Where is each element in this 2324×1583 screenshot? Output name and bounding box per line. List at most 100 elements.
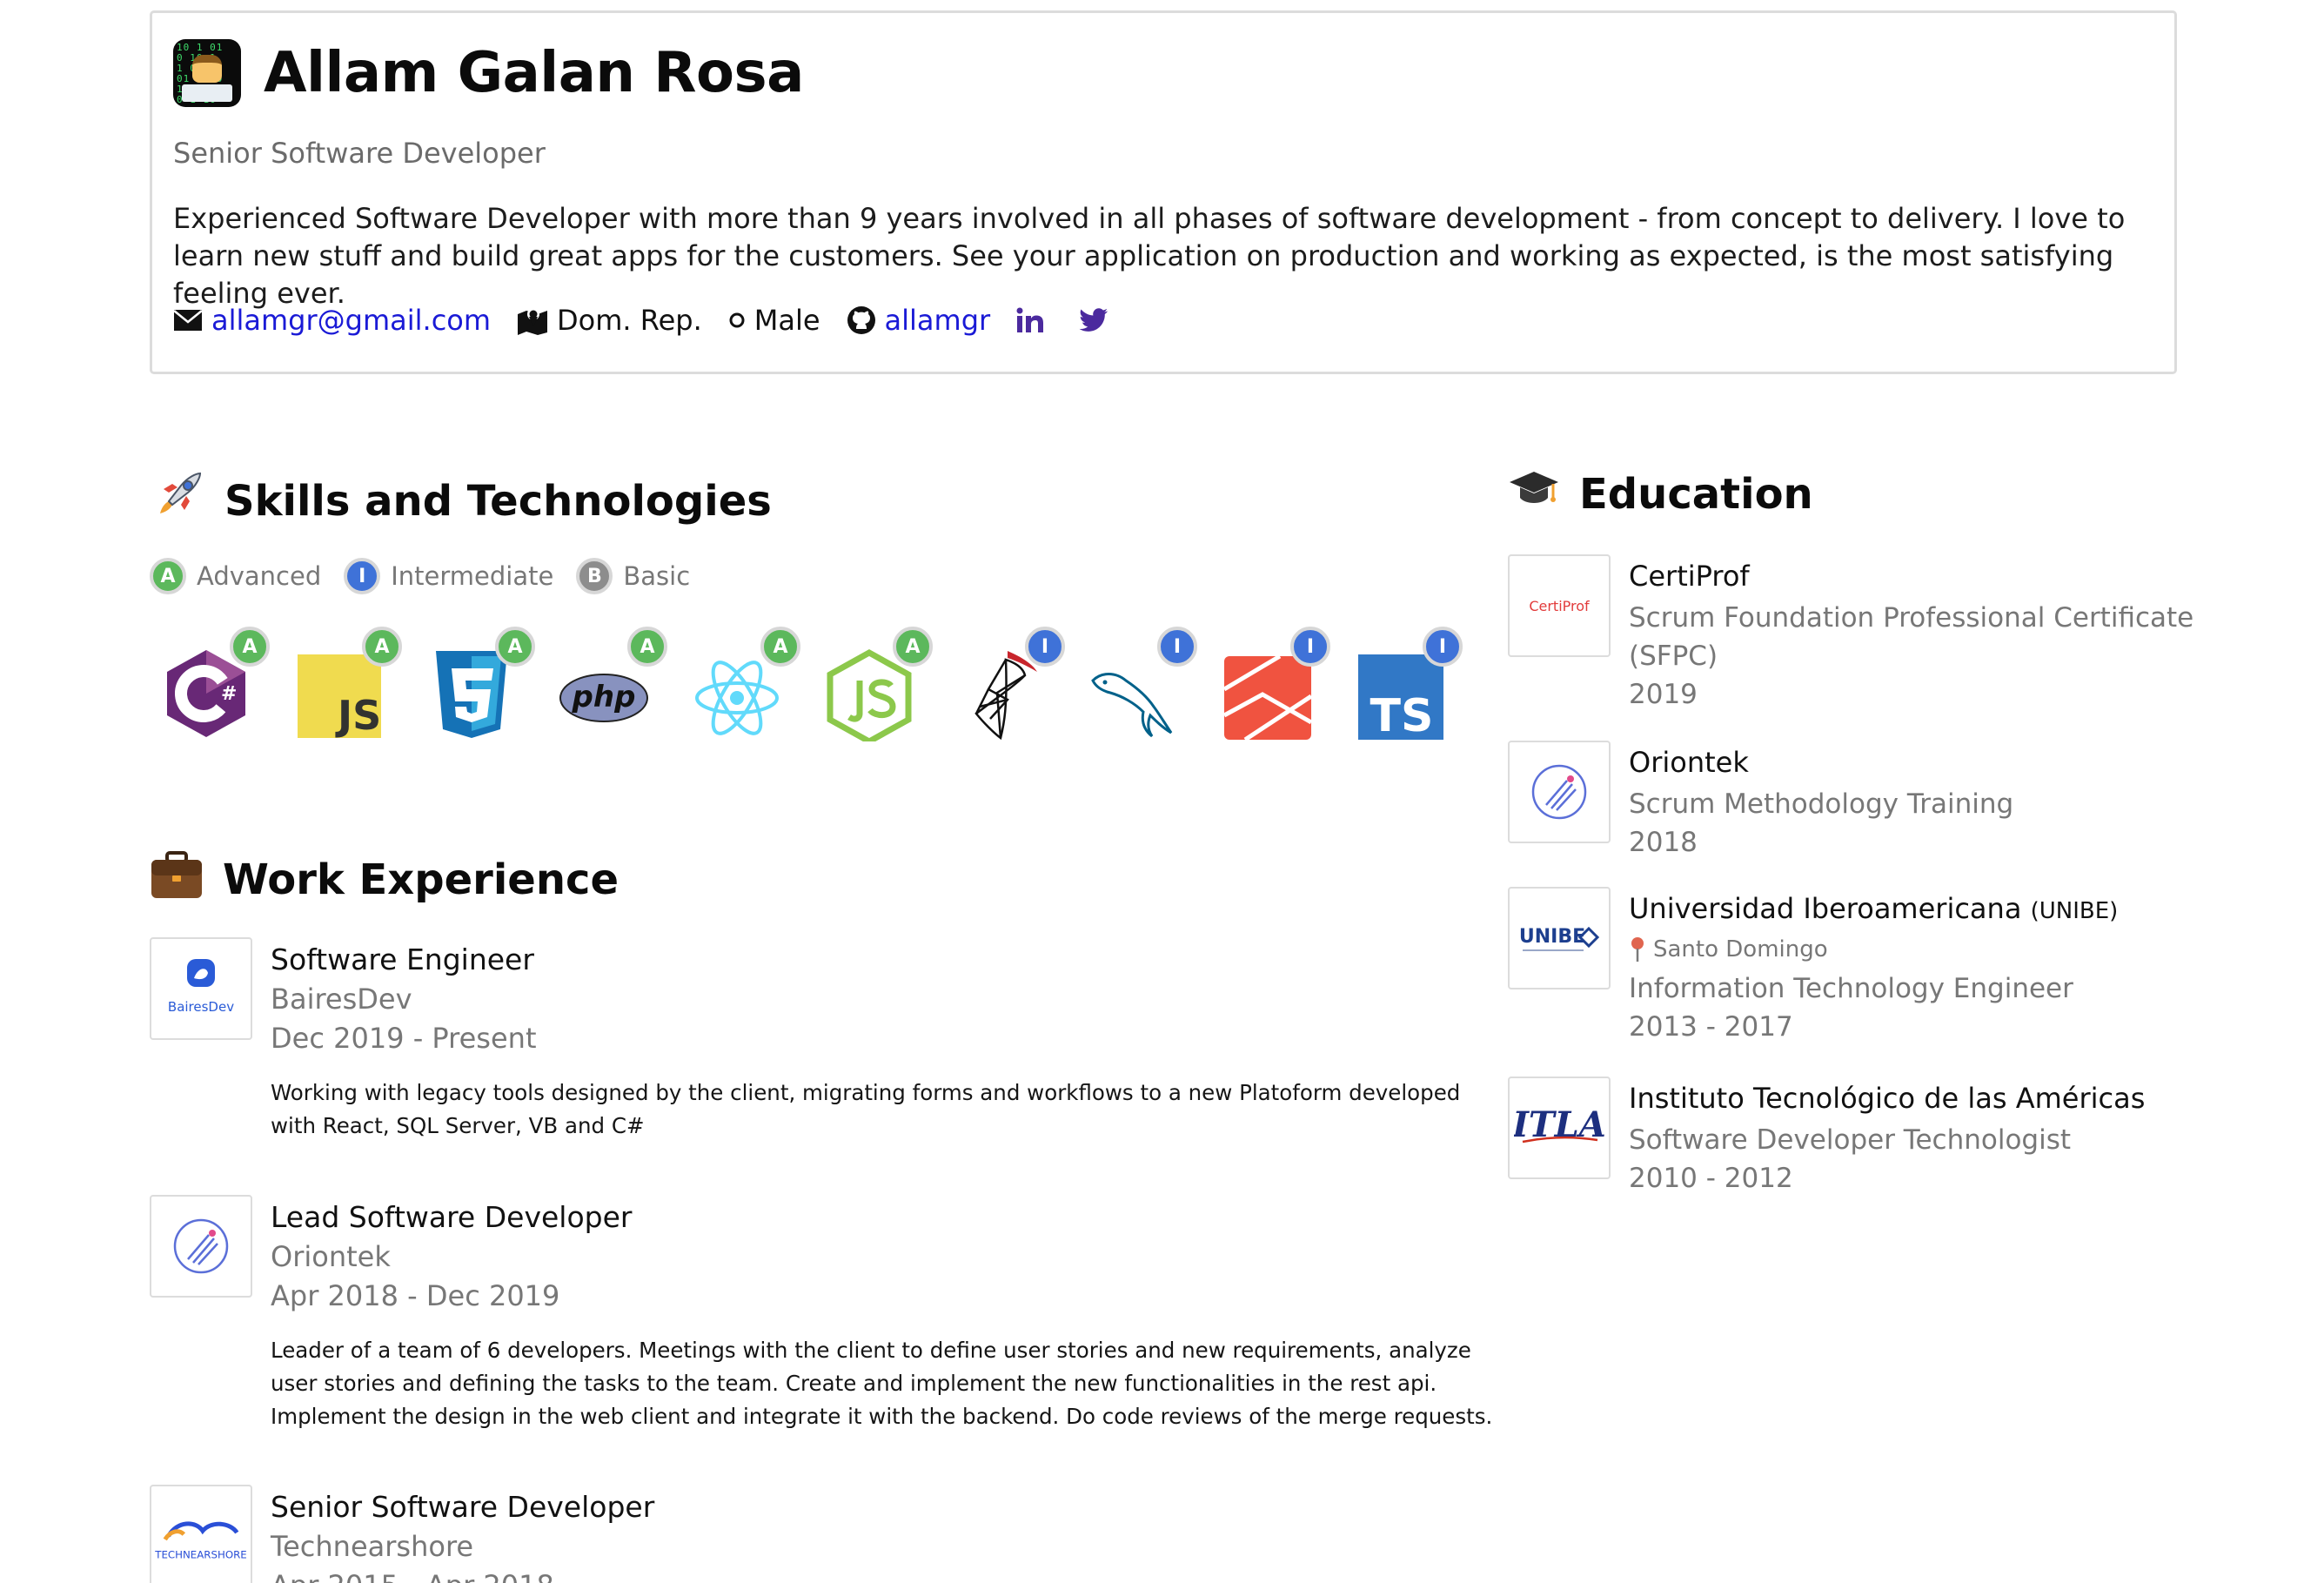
profile-card: 10 1 010 10 11 01 001 1 101 0 010 1 10 A… [150, 10, 2177, 374]
twitter-link[interactable] [1079, 308, 1117, 332]
education-degree: Scrum Foundation Professional Certificat… [1629, 602, 2194, 634]
skill-level-badge: A [893, 627, 933, 667]
skill-level-badge: A [230, 627, 270, 667]
skills-grid: # A JS A A php A A A I I I TS I [150, 627, 1490, 748]
gender-contact: Male [728, 304, 820, 337]
certiprof-logo: CertiProf [1508, 554, 1611, 657]
svg-text:BairesDev: BairesDev [168, 999, 234, 1015]
job-dates: Apr 2015 - Apr 2018 [271, 1569, 554, 1583]
education-school: Instituto Tecnológico de las Américas [1629, 1082, 2146, 1115]
job-role: Senior Software Developer [271, 1490, 655, 1524]
skills-legend: A Advanced I Intermediate B Basic [150, 558, 713, 594]
oriontek-logo [150, 1195, 252, 1298]
legend-intermediate-label: Intermediate [391, 561, 554, 591]
skill-php: php A [547, 627, 669, 748]
linkedin-icon [1016, 307, 1044, 332]
circle-icon [729, 312, 745, 328]
github-contact[interactable]: allamgr [847, 304, 991, 337]
education-degree: Software Developer Technologist [1629, 1124, 2072, 1156]
job-role: Lead Software Developer [271, 1200, 633, 1234]
job-dates: Apr 2018 - Dec 2019 [271, 1279, 560, 1312]
svg-text:TECHNEARSHORE: TECHNEARSHORE [154, 1549, 246, 1561]
email-link[interactable]: allamgr@gmail.com [211, 304, 491, 337]
legend-advanced-badge: A [150, 558, 186, 594]
twitter-icon [1079, 308, 1108, 332]
job-item: TECHNEARSHORE Senior Software Developer … [150, 1485, 1507, 1583]
location-contact: Dom. Rep. [517, 304, 702, 337]
linkedin-link[interactable] [1016, 307, 1053, 333]
education-heading: Education [1508, 468, 1813, 520]
contact-row: allamgr@gmail.com Dom. Rep. Male allamgr [173, 304, 1143, 337]
legend-intermediate-badge: I [344, 558, 381, 594]
job-role: Software Engineer [271, 942, 534, 976]
education-degree: Information Technology Engineer [1629, 973, 2073, 1004]
legend-basic-label: Basic [623, 561, 691, 591]
education-school: Oriontek [1629, 746, 1749, 779]
email-contact[interactable]: allamgr@gmail.com [173, 304, 491, 337]
job-description: Working with legacy tools designed by th… [271, 1080, 1461, 1138]
profile-title: Senior Software Developer [173, 137, 546, 170]
skill-nodejs: A [813, 627, 934, 748]
skill-csharp: # A [150, 627, 271, 748]
svg-text:TS: TS [1370, 690, 1434, 741]
job-item: Lead Software Developer Oriontek Apr 201… [150, 1195, 1507, 1447]
job-company: Oriontek [271, 1240, 391, 1273]
skill-javascript: JS A [282, 627, 404, 748]
legend-basic: B Basic [576, 558, 690, 594]
education-item: CertiProf CertiProf Scrum Foundation Pro… [1508, 554, 2291, 728]
education-location: Santo Domingo [1629, 936, 1828, 963]
envelope-icon [173, 310, 203, 331]
skill-mysql: I [1077, 627, 1199, 748]
education-item: Oriontek Scrum Methodology Training 2018 [1508, 741, 2291, 871]
github-icon [847, 306, 875, 334]
skill-level-badge: A [760, 627, 800, 667]
legend-basic-badge: B [576, 558, 613, 594]
education-school: Universidad Iberoamericana (UNIBE) [1629, 892, 2119, 925]
skill-sql-server: I [945, 627, 1067, 748]
legend-advanced: A Advanced [150, 558, 321, 594]
work-title: Work Experience [223, 855, 620, 904]
svg-text:UNIBE: UNIBE [1519, 926, 1585, 948]
skill-typescript: TS I [1343, 627, 1464, 748]
location-text: Dom. Rep. [557, 304, 702, 337]
education-degree-cont: (SFPC) [1629, 641, 1718, 672]
education-years: 2010 - 2012 [1629, 1163, 1793, 1194]
education-years: 2018 [1629, 827, 1698, 858]
education-item: UNIBE Universidad Iberoamericana (UNIBE)… [1508, 887, 2291, 1061]
oriontek-logo [1508, 741, 1611, 843]
education-years: 2019 [1629, 679, 1698, 710]
education-years: 2013 - 2017 [1629, 1011, 1793, 1043]
technearshore-logo: TECHNEARSHORE [150, 1485, 252, 1583]
svg-text:CertiProf: CertiProf [1529, 598, 1590, 614]
job-item: BairesDev Software Engineer BairesDev De… [150, 937, 1507, 1155]
job-company: Technearshore [271, 1530, 474, 1563]
github-link[interactable]: allamgr [885, 304, 991, 337]
skill-level-badge: A [495, 627, 535, 667]
education-school: CertiProf [1629, 560, 1750, 593]
education-item: ITLA Instituto Tecnológico de las Améric… [1508, 1077, 2291, 1207]
work-heading: Work Experience [150, 849, 619, 910]
developer-avatar-icon: 10 1 010 10 11 01 001 1 101 0 010 1 10 [173, 39, 241, 107]
itla-logo: ITLA [1508, 1077, 1611, 1179]
unibe-logo: UNIBE [1508, 887, 1611, 989]
education-degree: Scrum Methodology Training [1629, 788, 2014, 820]
skill-level-badge: I [1423, 627, 1463, 667]
svg-text:#: # [221, 683, 237, 705]
skill-react: A [680, 627, 802, 748]
gender-text: Male [753, 304, 820, 337]
map-marker-icon [518, 308, 548, 335]
job-company: BairesDev [271, 983, 412, 1016]
briefcase-icon [150, 849, 204, 910]
rocket-icon [150, 468, 205, 534]
education-title: Education [1579, 470, 1813, 519]
profile-bio: Experienced Software Developer with more… [173, 202, 2126, 310]
svg-text:JS: JS [335, 692, 381, 739]
legend-advanced-label: Advanced [197, 561, 322, 591]
job-dates: Dec 2019 - Present [271, 1022, 537, 1055]
skill-level-badge: A [627, 627, 667, 667]
svg-text:php: php [572, 680, 636, 714]
skill-level-badge: I [1025, 627, 1065, 667]
skill-css3: A [415, 627, 537, 748]
skill-level-badge: A [362, 627, 402, 667]
skills-title: Skills and Technologies [224, 477, 772, 526]
